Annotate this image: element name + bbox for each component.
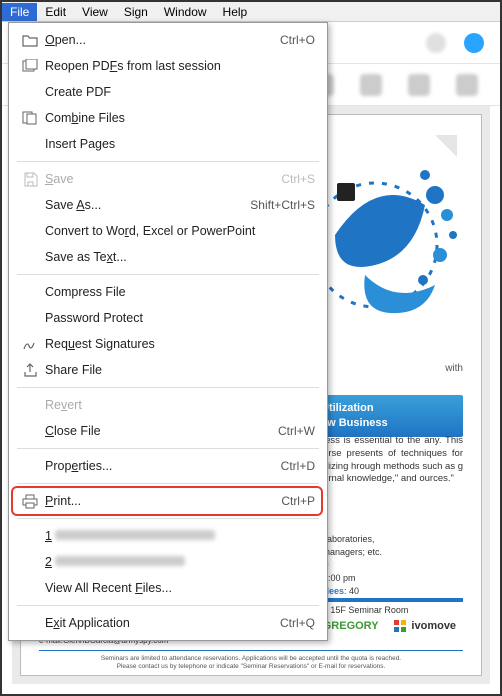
heading-banner: Utilizationew Business: [313, 395, 463, 437]
reopen-icon: [15, 59, 45, 73]
menu-share-file[interactable]: Share File: [9, 357, 327, 383]
share-icon: [15, 363, 45, 378]
menu-file[interactable]: File: [2, 3, 37, 21]
account-avatar-icon[interactable]: [464, 33, 484, 53]
menu-open[interactable]: Open... Ctrl+O: [9, 27, 327, 53]
menu-properties[interactable]: Properties...Ctrl+D: [9, 453, 327, 479]
menu-revert: Revert: [9, 392, 327, 418]
separator: [17, 161, 319, 162]
menu-save-as-text[interactable]: Save as Text...: [9, 244, 327, 270]
menu-combine-files[interactable]: Combine Files: [9, 105, 327, 131]
menu-convert[interactable]: Convert to Word, Excel or PowerPoint: [9, 218, 327, 244]
menu-save-as[interactable]: Save As...Shift+Ctrl+S: [9, 192, 327, 218]
with-label: with: [313, 363, 463, 374]
menu-compress[interactable]: Compress File: [9, 279, 327, 305]
body-paragraph: siness is essential to the any. This cou…: [313, 435, 463, 486]
tool-icon[interactable]: [456, 74, 478, 96]
menu-request-signatures[interactable]: Request Signatures: [9, 331, 327, 357]
notification-icon[interactable]: [426, 33, 446, 53]
fine-print: Seminars are limited to attendance reser…: [21, 655, 481, 671]
menu-sign[interactable]: Sign: [116, 3, 156, 21]
shortcut: Ctrl+O: [280, 33, 315, 47]
separator: [17, 605, 319, 606]
folder-open-icon: [15, 33, 45, 47]
separator: [17, 483, 319, 484]
menu-window[interactable]: Window: [156, 3, 215, 21]
menu-print[interactable]: Print... Ctrl+P: [9, 488, 327, 514]
menu-reopen[interactable]: Reopen PDFs from last session: [9, 53, 327, 79]
separator: [17, 448, 319, 449]
save-icon: [15, 172, 45, 187]
tool-icon[interactable]: [360, 74, 382, 96]
menu-recent-2[interactable]: 2: [9, 549, 327, 575]
menu-help[interactable]: Help: [215, 3, 256, 21]
menu-exit[interactable]: Exit ApplicationCtrl+Q: [9, 610, 327, 636]
menu-edit[interactable]: Edit: [37, 3, 74, 21]
menu-recent-1[interactable]: 1: [9, 523, 327, 549]
menu-save: Save Ctrl+S: [9, 166, 327, 192]
menu-view[interactable]: View: [74, 3, 116, 21]
detail-list: ch laboratories, s; managers; etc. - 30 …: [313, 533, 463, 598]
separator: [17, 387, 319, 388]
printer-icon: [15, 494, 45, 509]
separator: [17, 518, 319, 519]
brochure-graphic: [305, 125, 465, 345]
tool-icon[interactable]: [408, 74, 430, 96]
sponsor-ivomove: ivomove: [392, 618, 456, 634]
file-menu-dropdown: Open... Ctrl+O Reopen PDFs from last ses…: [8, 22, 328, 641]
menu-view-all-recent[interactable]: View All Recent Files...: [9, 575, 327, 601]
menu-create-pdf[interactable]: Create PDF: [9, 79, 327, 105]
menu-password-protect[interactable]: Password Protect: [9, 305, 327, 331]
separator: [17, 274, 319, 275]
menu-bar: File Edit View Sign Window Help: [2, 2, 500, 22]
combine-icon: [15, 111, 45, 125]
signature-icon: [15, 337, 45, 351]
menu-close-file[interactable]: Close FileCtrl+W: [9, 418, 327, 444]
menu-insert-pages[interactable]: Insert Pages: [9, 131, 327, 157]
